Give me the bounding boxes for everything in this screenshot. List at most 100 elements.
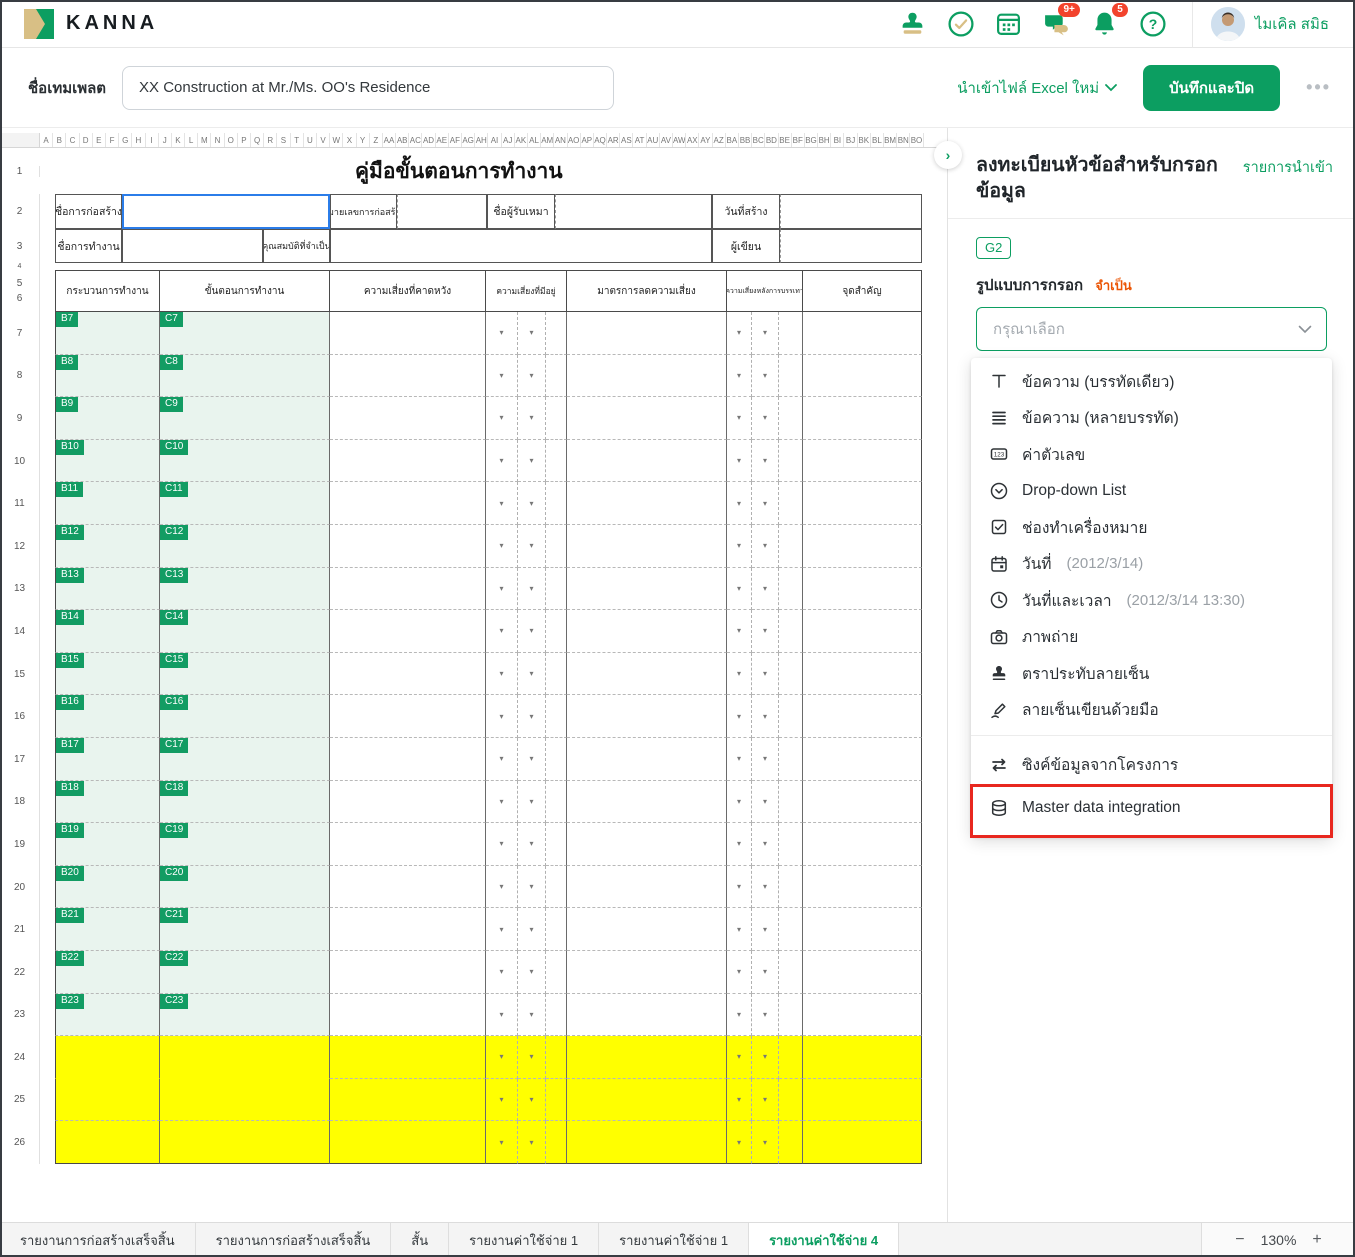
more-options-button[interactable]: ••• [1306,77,1331,98]
column-letter[interactable]: BM [884,133,897,147]
menu-item[interactable]: ข้อความ (หลายบรรทัด) [971,400,1332,437]
process-cell[interactable]: B12 [55,525,160,568]
post-risk-extra-cell[interactable] [779,482,803,525]
help-button[interactable]: ? [1138,9,1168,39]
existing-risk-extra-cell[interactable] [546,610,567,653]
post-risk-dropdown-cell[interactable]: ▾ [727,908,752,951]
steps-cell[interactable]: C12 [160,525,330,568]
post-risk-dropdown-cell[interactable]: ▾ [752,738,779,781]
author-label-cell[interactable]: ผู้เขียน [712,229,780,263]
row-number[interactable]: 13 [0,568,40,611]
column-letter[interactable]: BN [897,133,910,147]
existing-risk-extra-cell[interactable] [546,695,567,738]
existing-risk-dropdown-cell[interactable]: ▾ [486,440,518,483]
column-letter[interactable]: V [317,133,330,147]
existing-risk-dropdown-cell[interactable]: ▾ [486,482,518,525]
process-cell[interactable]: B9 [55,397,160,440]
column-letter[interactable]: J [159,133,172,147]
sheet-document-title[interactable]: คู่มือขั้นตอนการทำงาน [40,155,563,188]
process-cell[interactable]: B20 [55,866,160,909]
existing-risk-dropdown-cell[interactable]: ▾ [518,781,546,824]
notifications-button[interactable]: 5 [1090,9,1120,39]
contractor-name-label-cell[interactable]: ชื่อผู้รับเหมา [487,194,555,229]
post-risk-dropdown-cell[interactable]: ▾ [752,482,779,525]
header-steps[interactable]: ขั้นตอนการทำงาน [160,270,330,312]
post-risk-dropdown-cell[interactable]: ▾ [752,951,779,994]
post-risk-extra-cell[interactable] [779,440,803,483]
grid-corner[interactable] [0,133,40,147]
post-risk-dropdown-cell[interactable]: ▾ [752,312,779,355]
mitigation-cell[interactable] [567,781,727,824]
row-number[interactable]: 12 [0,525,40,568]
existing-risk-extra-cell[interactable] [546,1121,567,1164]
expected-risk-cell[interactable] [330,1036,486,1079]
steps-cell[interactable]: C20 [160,866,330,909]
row-number[interactable]: 17 [0,738,40,781]
tasks-button[interactable] [946,9,976,39]
post-risk-extra-cell[interactable] [779,610,803,653]
header-process[interactable]: กระบวนการทำงาน [55,270,160,312]
header-expected-risk[interactable]: ความเสี่ยงที่คาดหวัง [330,270,486,312]
key-points-cell[interactable] [803,695,922,738]
key-points-cell[interactable] [803,610,922,653]
column-letter[interactable]: E [93,133,106,147]
column-letter[interactable]: AN [554,133,567,147]
column-letter[interactable]: BF [792,133,805,147]
expected-risk-cell[interactable] [330,610,486,653]
post-risk-extra-cell[interactable] [779,312,803,355]
column-letter[interactable]: AB [396,133,409,147]
row-number[interactable]: 11 [0,482,40,525]
import-excel-link[interactable]: นำเข้าไฟล์ Excel ใหม่ [957,76,1117,100]
process-cell[interactable]: B14 [55,610,160,653]
construction-name-label-cell[interactable]: ชื่อการก่อสร้าง [55,194,122,229]
post-risk-dropdown-cell[interactable]: ▾ [752,397,779,440]
column-letter[interactable]: AV [660,133,673,147]
post-risk-extra-cell[interactable] [779,397,803,440]
column-letter[interactable]: BE [779,133,792,147]
row-number[interactable]: 25 [0,1079,40,1122]
existing-risk-dropdown-cell[interactable]: ▾ [518,610,546,653]
row-number[interactable]: 5 6 [0,270,40,312]
column-letter[interactable]: BD [765,133,778,147]
column-letter[interactable]: N [211,133,224,147]
expected-risk-cell[interactable] [330,823,486,866]
post-risk-dropdown-cell[interactable]: ▾ [727,525,752,568]
column-letter[interactable]: AK [515,133,528,147]
menu-item[interactable]: Drop-down List [971,473,1332,510]
expected-risk-cell[interactable] [330,695,486,738]
post-risk-extra-cell[interactable] [779,355,803,398]
existing-risk-dropdown-cell[interactable]: ▾ [518,653,546,696]
expected-risk-cell[interactable] [330,568,486,611]
steps-cell[interactable]: C18 [160,781,330,824]
sheet-tab[interactable]: รายงานค่าใช้จ่าย 1 [449,1223,599,1257]
existing-risk-dropdown-cell[interactable]: ▾ [518,482,546,525]
existing-risk-extra-cell[interactable] [546,568,567,611]
mitigation-cell[interactable] [567,738,727,781]
menu-item[interactable]: ซิงค์ข้อมูลจากโครงการ [971,743,1332,786]
existing-risk-dropdown-cell[interactable]: ▾ [486,1121,518,1164]
process-cell[interactable] [55,1036,160,1079]
row-number[interactable]: 7 [0,312,40,355]
existing-risk-extra-cell[interactable] [546,482,567,525]
row-number[interactable]: 23 [0,994,40,1037]
post-risk-dropdown-cell[interactable]: ▾ [727,695,752,738]
key-points-cell[interactable] [803,568,922,611]
calendar-button[interactable] [994,9,1024,39]
column-letter[interactable]: AA [383,133,396,147]
column-letter[interactable]: BC [752,133,765,147]
existing-risk-dropdown-cell[interactable]: ▾ [486,1036,518,1079]
process-cell[interactable]: B23 [55,994,160,1037]
column-letter[interactable]: BB [739,133,752,147]
contractor-name-value-cell[interactable] [555,194,712,229]
post-risk-extra-cell[interactable] [779,1079,803,1122]
existing-risk-extra-cell[interactable] [546,951,567,994]
column-letter[interactable]: AM [541,133,554,147]
post-risk-dropdown-cell[interactable]: ▾ [727,653,752,696]
mitigation-cell[interactable] [567,482,727,525]
column-letter[interactable]: AS [620,133,633,147]
expected-risk-cell[interactable] [330,738,486,781]
menu-item[interactable]: ลายเซ็นเขียนด้วยมือ [971,692,1332,729]
key-points-cell[interactable] [803,1079,922,1122]
column-letter[interactable]: AF [449,133,462,147]
column-letter[interactable]: K [172,133,185,147]
